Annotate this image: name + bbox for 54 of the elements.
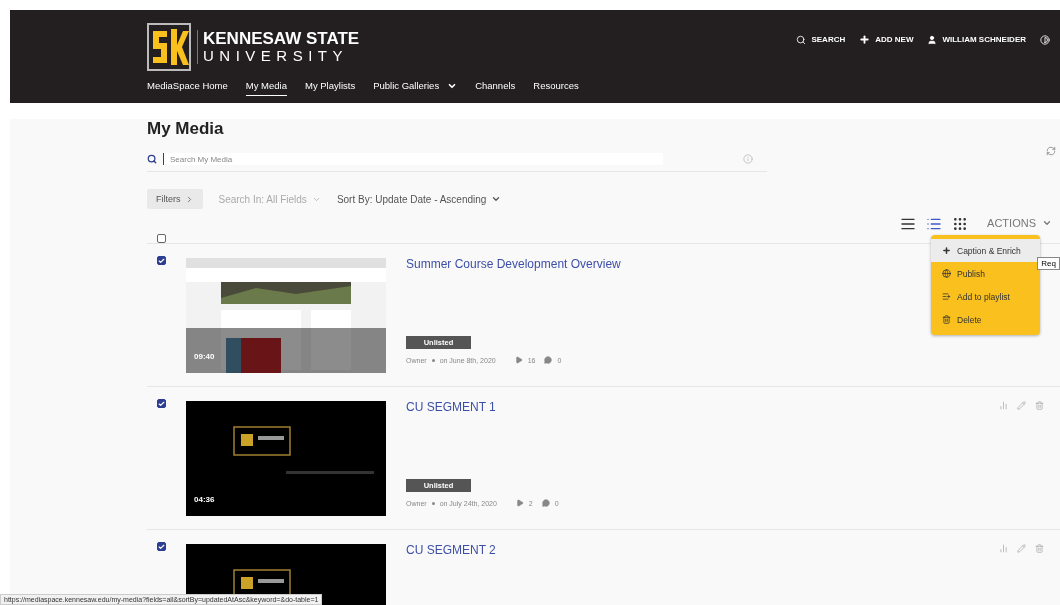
search-link[interactable]: SEARCH — [796, 34, 846, 45]
chevron-down-icon[interactable] — [491, 194, 502, 204]
menu-item[interactable]: Publish — [931, 262, 1040, 285]
menu-item[interactable]: Add to playlist — [931, 285, 1040, 308]
search-icon[interactable] — [147, 154, 157, 164]
duration-label: 04:36 — [194, 495, 215, 504]
plus-icon — [942, 246, 951, 255]
filters-button[interactable]: Filters — [147, 189, 203, 209]
search-field[interactable]: Search My Media — [163, 153, 663, 165]
detail-view-icon[interactable] — [926, 216, 942, 232]
list-view-icon[interactable] — [900, 216, 916, 232]
media-title-link[interactable]: CU SEGMENT 2 — [406, 543, 496, 557]
logo-text: KENNESAW STATE — [203, 30, 360, 48]
plus-icon[interactable] — [859, 34, 871, 45]
menu-item-label: Delete — [957, 314, 982, 325]
row-checkbox[interactable] — [157, 542, 166, 551]
menu-item-label: Add to playlist — [957, 291, 1010, 302]
nav-link[interactable]: Public Galleries — [373, 80, 458, 96]
menu-item-label: Publish — [957, 268, 985, 279]
select-all-checkbox[interactable] — [157, 234, 166, 243]
nav-link[interactable]: Channels — [475, 80, 516, 96]
logo-icon — [147, 23, 191, 71]
tooltip: Req — [1037, 257, 1060, 270]
search-icon[interactable] — [796, 34, 807, 45]
playlist-add-icon — [942, 292, 951, 301]
bullet-icon — [431, 358, 435, 362]
media-title-link[interactable]: Summer Course Development Overview — [406, 257, 621, 271]
sort-dropdown[interactable]: Sort By: Update Date - Ascending — [336, 193, 502, 205]
comment-icon — [541, 499, 550, 507]
menu-item-label: Caption & Enrich — [957, 245, 1021, 256]
user-icon[interactable] — [927, 34, 938, 45]
duration-label: 09:40 — [194, 352, 215, 361]
menu-item[interactable]: Caption & Enrich — [931, 239, 1040, 262]
contrast-icon[interactable] — [1040, 34, 1050, 45]
grid-view-icon[interactable] — [952, 216, 968, 232]
globe-icon — [942, 269, 951, 278]
add-link[interactable]: ADD NEW — [859, 34, 914, 45]
page-title: My Media — [147, 119, 224, 139]
bullet-icon — [431, 501, 435, 505]
row-checkbox[interactable] — [157, 256, 166, 265]
media-title-link[interactable]: CU SEGMENT 1 — [406, 400, 559, 414]
user-link[interactable]: WILLIAM SCHNEIDER — [927, 34, 1026, 45]
nav-link[interactable]: My Playlists — [305, 80, 356, 96]
menu-item[interactable]: Delete — [931, 308, 1040, 331]
nav-link[interactable]: MediaSpace Home — [147, 80, 228, 96]
play-icon — [514, 356, 523, 364]
nav-link[interactable]: Resources — [533, 80, 579, 96]
row-checkbox[interactable] — [157, 399, 166, 408]
play-icon — [515, 499, 524, 507]
trash-icon — [942, 315, 951, 324]
comment-icon — [544, 356, 553, 364]
actions-dropdown[interactable]: ACTIONS — [987, 217, 1052, 229]
logo-text: UNIVERSITY — [203, 48, 349, 64]
nav-link[interactable]: My Media — [245, 80, 287, 96]
